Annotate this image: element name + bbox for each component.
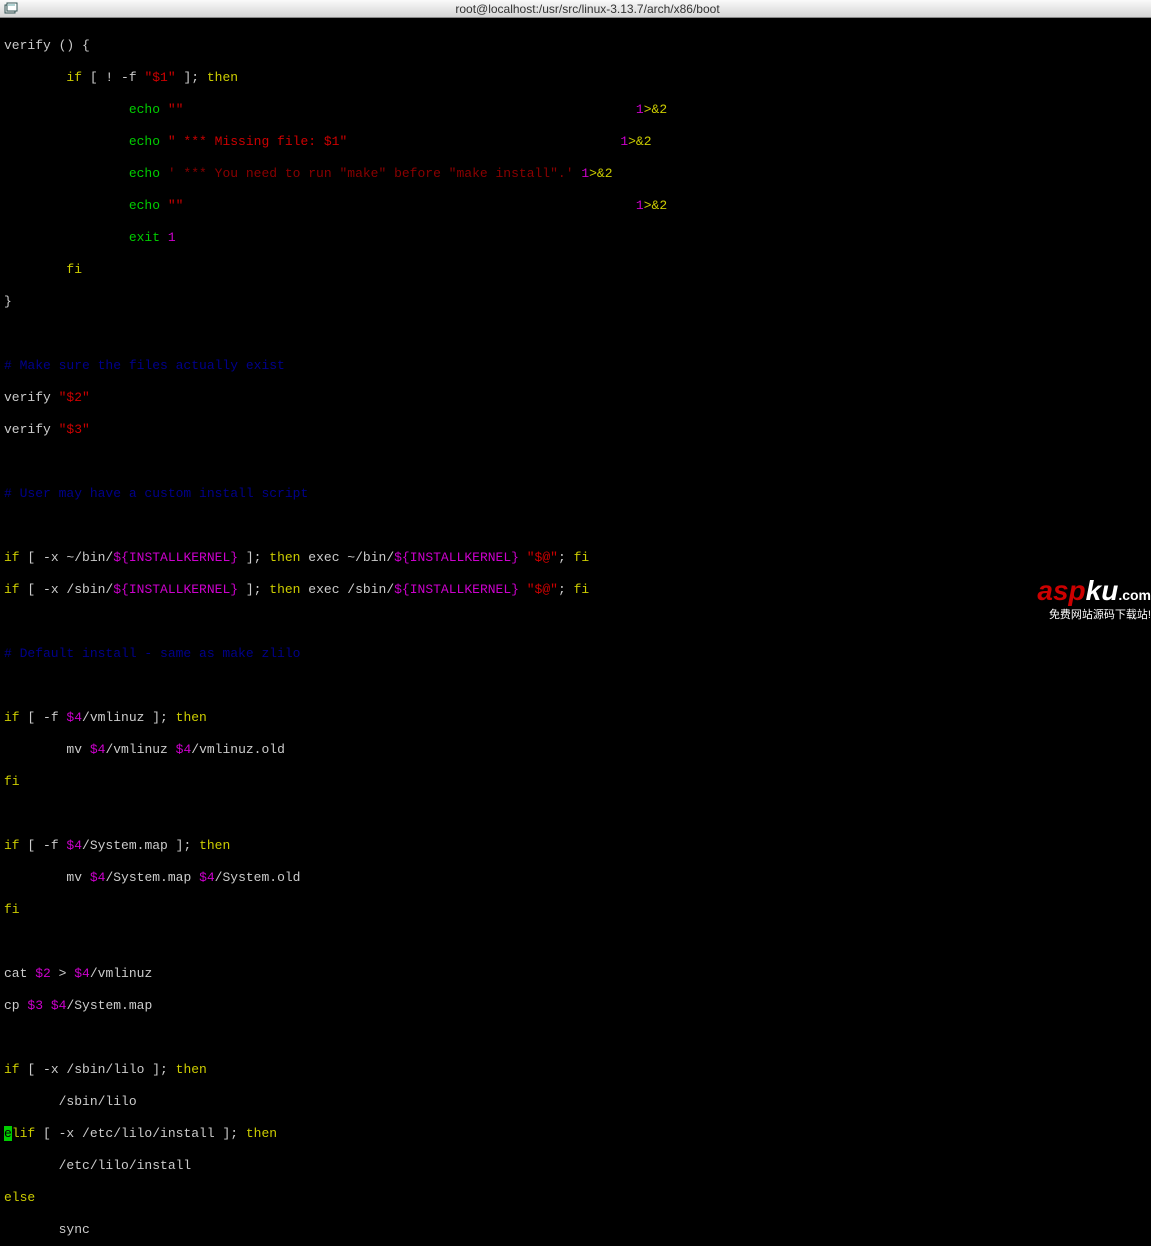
code-line (4, 614, 1147, 630)
code-line: fi (4, 902, 1147, 918)
comment-line: # Make sure the files actually exist (4, 358, 1147, 374)
code-line: if [ -x ~/bin/${INSTALLKERNEL} ]; then e… (4, 550, 1147, 566)
code-line: /sbin/lilo (4, 1094, 1147, 1110)
code-line (4, 454, 1147, 470)
app-icon (4, 2, 18, 16)
terminal-content[interactable]: verify () { if [ ! -f "$1" ]; then echo … (0, 18, 1151, 1246)
code-line: fi (4, 262, 1147, 278)
code-line: if [ -x /sbin/${INSTALLKERNEL} ]; then e… (4, 582, 1147, 598)
code-line: fi (4, 774, 1147, 790)
code-line: } (4, 294, 1147, 310)
code-line: else (4, 1190, 1147, 1206)
code-line: mv $4/System.map $4/System.old (4, 870, 1147, 886)
code-line: verify "$3" (4, 422, 1147, 438)
watermark-subtitle: 免费网站源码下载站! (1037, 607, 1151, 623)
code-line: echo "" 1>&2 (4, 102, 1147, 118)
code-line: /etc/lilo/install (4, 1158, 1147, 1174)
code-line: if [ -f $4/vmlinuz ]; then (4, 710, 1147, 726)
comment-line: # Default install - same as make zlilo (4, 646, 1147, 662)
code-line (4, 934, 1147, 950)
window-titlebar: root@localhost:/usr/src/linux-3.13.7/arc… (0, 0, 1151, 18)
code-line (4, 806, 1147, 822)
window-title: root@localhost:/usr/src/linux-3.13.7/arc… (24, 1, 1151, 17)
code-line: if [ -x /sbin/lilo ]; then (4, 1062, 1147, 1078)
code-line (4, 326, 1147, 342)
code-line: verify "$2" (4, 390, 1147, 406)
code-line: mv $4/vmlinuz $4/vmlinuz.old (4, 742, 1147, 758)
code-line: cat $2 > $4/vmlinuz (4, 966, 1147, 982)
comment-line: # User may have a custom install script (4, 486, 1147, 502)
code-line: echo " *** Missing file: $1" 1>&2 (4, 134, 1147, 150)
code-line: cp $3 $4/System.map (4, 998, 1147, 1014)
code-line: if [ ! -f "$1" ]; then (4, 70, 1147, 86)
code-line (4, 518, 1147, 534)
code-line: elif [ -x /etc/lilo/install ]; then (4, 1126, 1147, 1142)
code-line: verify () { (4, 38, 1147, 54)
code-line: echo "" 1>&2 (4, 198, 1147, 214)
cursor: e (4, 1126, 12, 1141)
code-line: exit 1 (4, 230, 1147, 246)
code-line (4, 1030, 1147, 1046)
code-line: if [ -f $4/System.map ]; then (4, 838, 1147, 854)
watermark: aspku.com 免费网站源码下载站! (1037, 577, 1151, 623)
watermark-logo: aspku.com (1037, 577, 1151, 605)
code-line (4, 678, 1147, 694)
code-line: echo ' *** You need to run "make" before… (4, 166, 1147, 182)
code-line: sync (4, 1222, 1147, 1238)
